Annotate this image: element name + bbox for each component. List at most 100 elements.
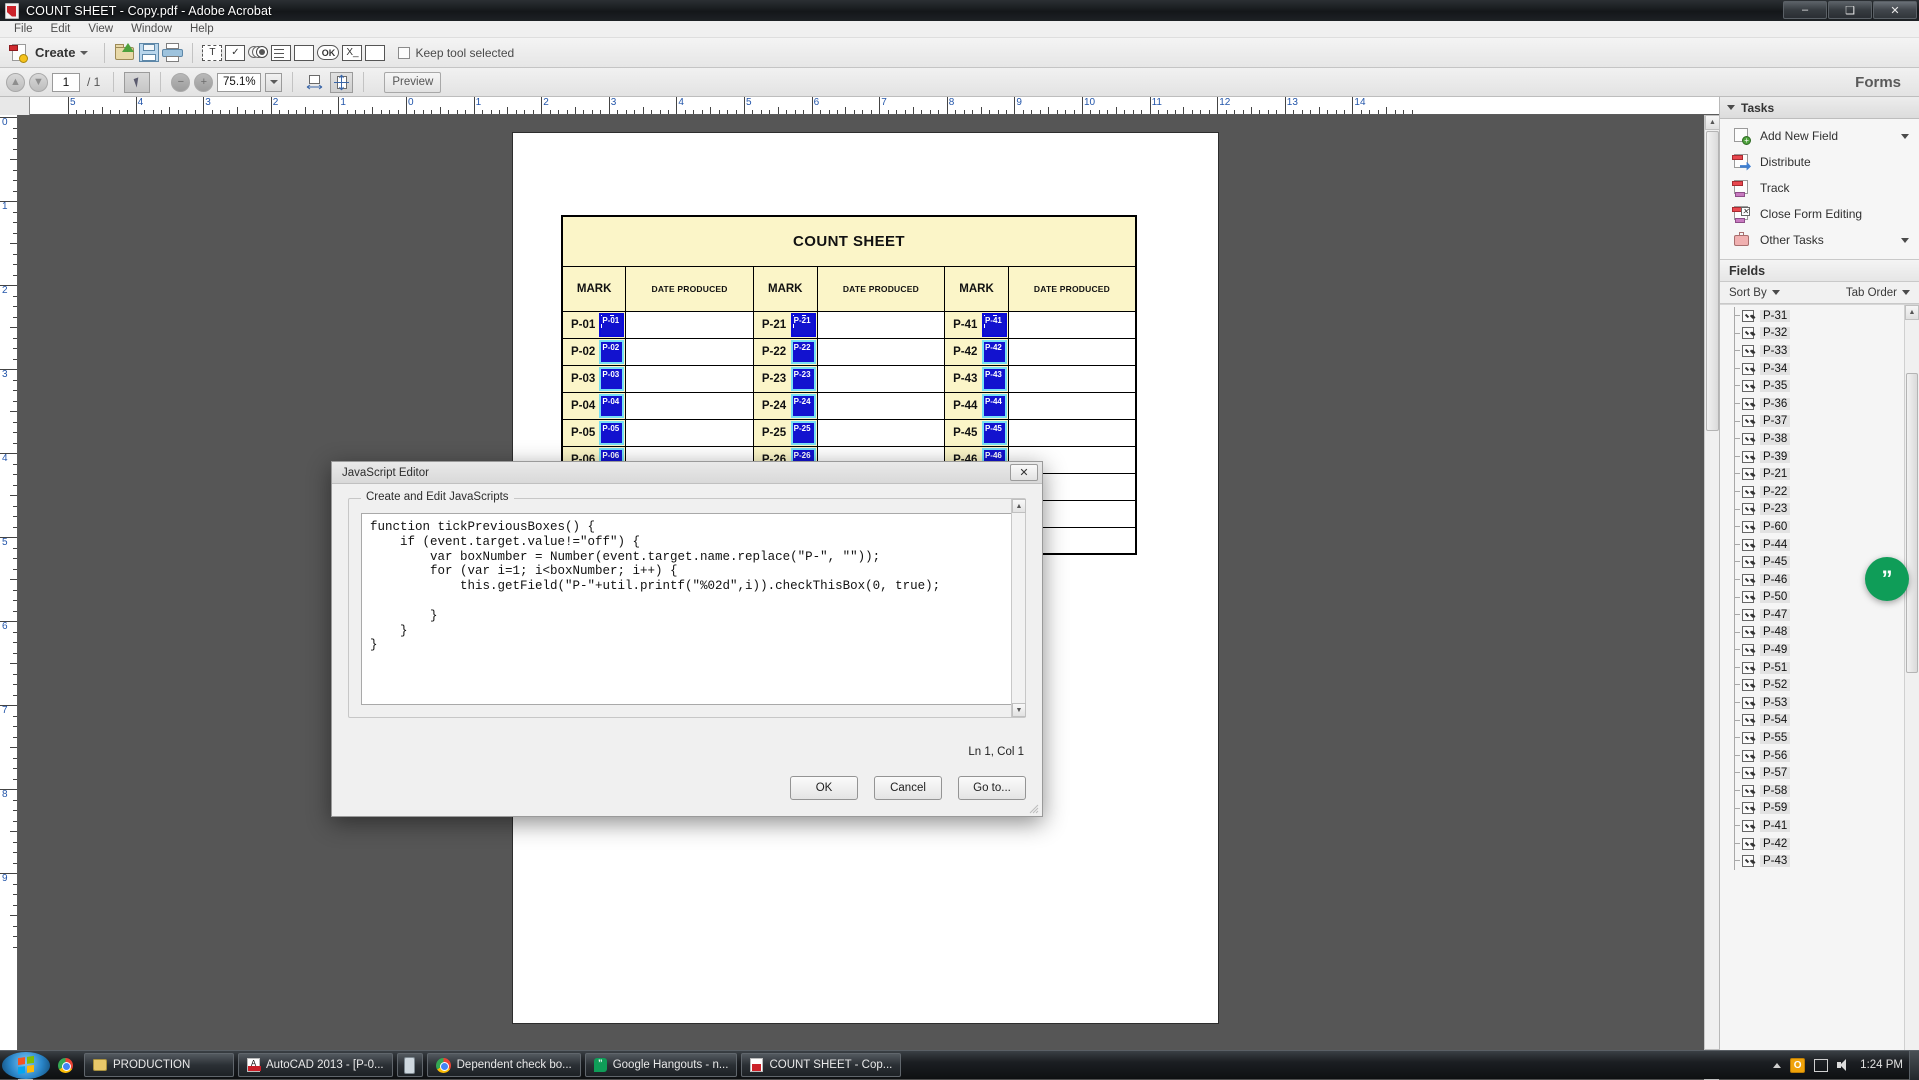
checkbox-form-field[interactable]: P-44: [981, 393, 1007, 418]
check-box-icon[interactable]: [1742, 626, 1754, 639]
cancel-button[interactable]: Cancel: [874, 776, 942, 800]
selection-handle[interactable]: [814, 324, 816, 328]
taskbar-item[interactable]: Dependent check bo...: [426, 1053, 581, 1077]
save-icon[interactable]: [139, 43, 160, 62]
check-box-icon[interactable]: [1742, 802, 1754, 815]
taskbar-item[interactable]: ” Google Hangouts - n...: [584, 1053, 738, 1077]
checkbox-form-field[interactable]: P-41: [981, 312, 1007, 337]
check-box-icon[interactable]: [1742, 468, 1754, 481]
check-box-icon[interactable]: [1742, 397, 1754, 410]
code-scrollbar[interactable]: ▲ ▼: [1011, 499, 1026, 717]
ok-button[interactable]: OK: [790, 776, 858, 800]
selection-handle[interactable]: [801, 314, 806, 316]
menu-view[interactable]: View: [79, 22, 122, 36]
selection-handle[interactable]: [1005, 336, 1007, 337]
date-produced-cell[interactable]: [1007, 337, 1137, 366]
selection-handle[interactable]: [601, 323, 603, 328]
tasks-panel-header[interactable]: Tasks: [1720, 97, 1919, 119]
check-box-icon[interactable]: [1742, 485, 1754, 498]
print-icon[interactable]: [162, 43, 184, 62]
selection-handle[interactable]: [599, 336, 602, 337]
field-list-item[interactable]: P-23: [1720, 500, 1919, 519]
taskbar-item[interactable]: PRODUCTION: [84, 1053, 234, 1077]
hangouts-quote-icon[interactable]: ”: [1865, 557, 1909, 601]
fit-width-icon[interactable]: [303, 72, 326, 93]
selection-handle[interactable]: [983, 323, 985, 328]
field-list-item[interactable]: P-36: [1720, 394, 1919, 413]
selection-handle[interactable]: [814, 313, 816, 316]
quicklaunch-chrome-icon[interactable]: [50, 1057, 80, 1073]
checkbox-form-field[interactable]: P-42: [981, 339, 1007, 364]
zoom-out-icon[interactable]: −: [171, 72, 191, 92]
selection-handle[interactable]: [610, 314, 615, 316]
digital-signature-icon[interactable]: X_: [342, 44, 363, 61]
fit-page-icon[interactable]: [330, 71, 354, 93]
field-list-item[interactable]: P-32: [1720, 324, 1919, 343]
date-produced-cell[interactable]: [625, 418, 754, 447]
field-list-item[interactable]: P-48: [1720, 623, 1919, 642]
check-box-icon[interactable]: [1742, 556, 1754, 569]
previous-page-icon[interactable]: ▲: [6, 72, 25, 92]
close-icon[interactable]: ✕: [1010, 464, 1038, 481]
field-list-item[interactable]: P-44: [1720, 535, 1919, 554]
date-produced-cell[interactable]: [1007, 310, 1137, 339]
check-box-icon[interactable]: [1742, 855, 1754, 868]
document-vertical-scrollbar[interactable]: ▲ ▼: [1704, 115, 1720, 1064]
network-icon[interactable]: [1814, 1058, 1829, 1072]
field-list-item[interactable]: P-54: [1720, 711, 1919, 730]
scroll-up-arrow[interactable]: ▲: [1905, 305, 1919, 320]
barcode-icon[interactable]: [365, 44, 386, 61]
date-produced-cell[interactable]: [625, 391, 754, 420]
taskbar-item[interactable]: COUNT SHEET - Cop...: [741, 1053, 902, 1077]
selection-handle[interactable]: [802, 336, 806, 337]
next-page-icon[interactable]: ▼: [29, 72, 48, 92]
checkbox-form-field[interactable]: P-24: [790, 393, 816, 418]
field-list-item[interactable]: P-35: [1720, 377, 1919, 395]
fields-scrollbar[interactable]: ▲ ▼: [1904, 305, 1919, 1079]
zoom-in-icon[interactable]: +: [194, 72, 214, 92]
check-box-icon[interactable]: [1742, 309, 1754, 322]
show-hidden-icons[interactable]: [1773, 1062, 1782, 1068]
task-item-track[interactable]: Track: [1720, 175, 1919, 201]
preview-button[interactable]: Preview: [384, 71, 442, 93]
menu-help[interactable]: Help: [181, 22, 223, 36]
fields-scroll-thumb[interactable]: [1906, 373, 1918, 673]
date-produced-cell[interactable]: [1007, 364, 1137, 393]
show-desktop-button[interactable]: [1909, 1050, 1919, 1080]
scroll-up-arrow[interactable]: ▲: [1012, 499, 1026, 513]
check-box-icon[interactable]: [1742, 520, 1754, 533]
check-box-icon[interactable]: [1742, 820, 1754, 833]
selection-handle[interactable]: [1005, 313, 1007, 316]
selection-handle[interactable]: [622, 313, 624, 316]
check-box-icon[interactable]: [1742, 327, 1754, 340]
create-button[interactable]: Create: [6, 41, 95, 65]
task-item-add-new-field[interactable]: + Add New Field: [1720, 123, 1919, 149]
check-box-icon[interactable]: [1742, 644, 1754, 657]
field-list-item[interactable]: P-31: [1720, 307, 1919, 325]
field-list-item[interactable]: P-55: [1720, 729, 1919, 747]
check-box-icon[interactable]: ✓: [225, 44, 246, 61]
checkbox-form-field[interactable]: P-25: [790, 420, 816, 445]
check-box-icon[interactable]: [1742, 749, 1754, 762]
date-produced-cell[interactable]: [816, 418, 946, 447]
date-produced-cell[interactable]: [816, 364, 946, 393]
selection-handle[interactable]: [792, 314, 794, 316]
field-list-item[interactable]: P-22: [1720, 482, 1919, 501]
field-list-item[interactable]: P-60: [1720, 518, 1919, 536]
task-item-distribute[interactable]: Distribute: [1720, 149, 1919, 175]
close-button[interactable]: ✕: [1873, 1, 1917, 19]
volume-icon[interactable]: [1837, 1059, 1851, 1071]
checkbox-form-field[interactable]: P-21: [790, 312, 816, 337]
check-box-icon[interactable]: [1742, 784, 1754, 797]
selection-handle[interactable]: [1005, 324, 1007, 328]
selection-handle[interactable]: [792, 323, 794, 328]
check-box-icon[interactable]: [1742, 591, 1754, 604]
zoom-dropdown-button[interactable]: [265, 72, 283, 92]
checkbox-form-field[interactable]: P-05: [599, 420, 625, 445]
selection-handle[interactable]: [610, 336, 614, 337]
taskbar-item[interactable]: A AutoCAD 2013 - [P-0...: [238, 1053, 393, 1077]
scroll-down-arrow[interactable]: ▼: [1012, 703, 1026, 717]
select-tool-icon[interactable]: [124, 71, 151, 93]
dropdown-icon[interactable]: [294, 44, 315, 61]
field-list-item[interactable]: P-56: [1720, 746, 1919, 765]
